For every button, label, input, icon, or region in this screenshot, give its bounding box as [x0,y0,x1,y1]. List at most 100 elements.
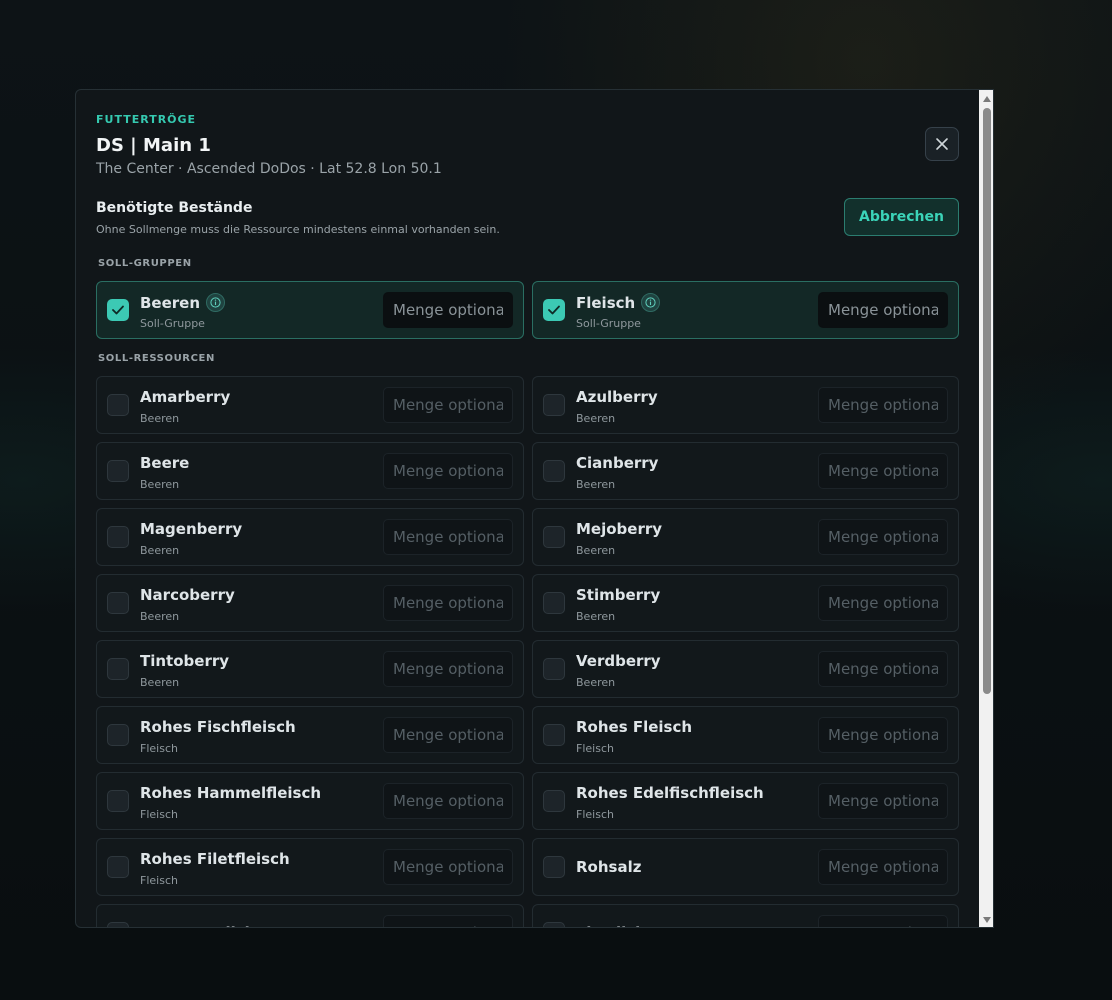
resource-card[interactable]: Azulberry Beeren [532,376,959,434]
card-category: Beeren [140,610,180,623]
resource-card[interactable]: Eismilch [532,904,959,927]
card-name: Azulberry [576,388,658,406]
card-category: Beeren [140,478,180,491]
resource-card[interactable]: Stimberry Beeren [532,574,959,632]
quantity-input[interactable] [383,849,513,885]
card-name-label: Eismilch [576,924,646,927]
checkbox[interactable] [543,658,565,680]
group-grid: Beeren Soll-Gruppe Fleisch Soll-Gruppe [96,281,959,347]
checkbox[interactable] [107,526,129,548]
quantity-input[interactable] [383,387,513,423]
group-card[interactable]: Beeren Soll-Gruppe [96,281,524,339]
resource-card[interactable]: Wyvern-Milch [96,904,524,927]
close-button[interactable] [925,127,959,161]
card-name: Narcoberry [140,586,235,604]
card-name: Magenberry [140,520,242,538]
checkbox[interactable] [107,394,129,416]
card-name: Rohes Hammelfleisch [140,784,321,802]
group-card[interactable]: Fleisch Soll-Gruppe [532,281,959,339]
quantity-input[interactable] [383,717,513,753]
resource-card[interactable]: Rohsalz [532,838,959,896]
checkbox[interactable] [543,856,565,878]
card-name: Rohes Filetfleisch [140,850,290,868]
resource-card[interactable]: Mejoberry Beeren [532,508,959,566]
section-hint: Ohne Sollmenge muss die Ressource mindes… [96,223,500,236]
card-name-label: Beere [140,454,190,472]
quantity-input[interactable] [818,453,948,489]
quantity-input[interactable] [818,849,948,885]
quantity-input[interactable] [818,915,948,927]
resource-card[interactable]: Rohes Fleisch Fleisch [532,706,959,764]
dialog-subtitle: The Center · Ascended DoDos · Lat 52.8 L… [96,161,442,177]
checkbox[interactable] [107,856,129,878]
card-name-label: Cianberry [576,454,659,472]
card-name: Rohes Fischfleisch [140,718,296,736]
card-name: Mejoberry [576,520,662,538]
resource-card[interactable]: Beere Beeren [96,442,524,500]
scroll-down-arrow-icon[interactable] [979,913,993,927]
card-category: Fleisch [140,742,178,755]
scrollbar[interactable] [979,90,993,927]
quantity-input[interactable] [818,585,948,621]
resource-card[interactable]: Amarberry Beeren [96,376,524,434]
card-category: Soll-Gruppe [140,317,205,330]
quantity-input[interactable] [818,292,948,328]
card-name-label: Verdberry [576,652,661,670]
resource-section-label: SOLL-RESSOURCEN [98,353,215,364]
checkbox[interactable] [107,724,129,746]
resource-card[interactable]: Rohes Edelfischfleisch Fleisch [532,772,959,830]
quantity-input[interactable] [818,783,948,819]
quantity-input[interactable] [818,717,948,753]
dialog-scroll-area[interactable]: FUTTERTRÖGE DS | Main 1 The Center · Asc… [76,90,979,927]
checkbox[interactable] [543,394,565,416]
scroll-thumb[interactable] [983,108,991,694]
info-icon[interactable] [641,293,661,312]
quantity-input[interactable] [383,292,513,328]
card-name-label: Tintoberry [140,652,230,670]
quantity-input[interactable] [818,651,948,687]
resource-card[interactable]: Rohes Hammelfleisch Fleisch [96,772,524,830]
checkbox[interactable] [543,592,565,614]
quantity-input[interactable] [818,387,948,423]
quantity-input[interactable] [383,915,513,927]
info-icon[interactable] [206,293,226,312]
scroll-up-arrow-icon[interactable] [979,92,993,106]
quantity-input[interactable] [383,519,513,555]
checkbox[interactable] [543,922,565,927]
quantity-input[interactable] [383,651,513,687]
card-category: Beeren [140,676,180,689]
card-name: Beeren [140,293,226,312]
resource-card[interactable]: Rohes Filetfleisch Fleisch [96,838,524,896]
quantity-input[interactable] [383,453,513,489]
card-name-label: Rohes Hammelfleisch [140,784,322,802]
checkbox[interactable] [107,922,129,927]
card-name-label: Azulberry [576,388,658,406]
checkbox[interactable] [107,658,129,680]
checkbox[interactable] [107,299,129,321]
checkbox[interactable] [107,460,129,482]
card-name: Wyvern-Milch [140,924,255,927]
card-name-label: Rohes Fleisch [576,718,693,736]
checkbox[interactable] [107,592,129,614]
dialog-eyebrow: FUTTERTRÖGE [96,113,197,126]
checkmark-icon [112,305,124,315]
quantity-input[interactable] [383,783,513,819]
group-section-label: SOLL-GRUPPEN [98,258,192,269]
quantity-input[interactable] [818,519,948,555]
checkbox[interactable] [543,460,565,482]
resource-card[interactable]: Narcoberry Beeren [96,574,524,632]
cancel-button[interactable]: Abbrechen [844,198,959,236]
checkbox[interactable] [543,526,565,548]
resource-card[interactable]: Verdberry Beeren [532,640,959,698]
checkbox[interactable] [107,790,129,812]
card-name: Beere [140,454,189,472]
checkbox[interactable] [543,299,565,321]
resource-card[interactable]: Magenberry Beeren [96,508,524,566]
resource-card[interactable]: Rohes Fischfleisch Fleisch [96,706,524,764]
checkbox[interactable] [543,724,565,746]
resource-card[interactable]: Cianberry Beeren [532,442,959,500]
checkbox[interactable] [543,790,565,812]
quantity-input[interactable] [383,585,513,621]
resource-card[interactable]: Tintoberry Beeren [96,640,524,698]
card-name-label: Amarberry [140,388,231,406]
